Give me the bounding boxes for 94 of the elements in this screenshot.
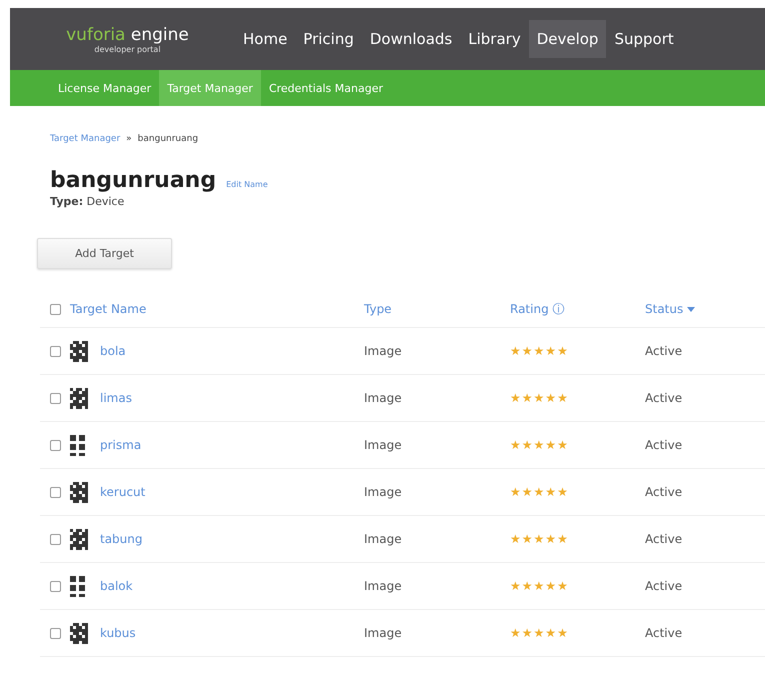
target-name-link[interactable]: kubus xyxy=(100,626,136,640)
pattern-thumbnail-icon xyxy=(70,576,88,596)
star-icon: ★ xyxy=(557,438,568,452)
target-name-link[interactable]: prisma xyxy=(100,438,142,452)
star-icon: ★ xyxy=(522,391,533,405)
star-icon: ★ xyxy=(510,391,521,405)
star-icon: ★ xyxy=(545,391,556,405)
star-icon: ★ xyxy=(522,485,533,499)
star-icon: ★ xyxy=(510,532,521,546)
star-icon: ★ xyxy=(557,391,568,405)
pattern-thumbnail-icon xyxy=(70,528,88,550)
star-icon: ★ xyxy=(557,626,568,640)
target-name-link[interactable]: bola xyxy=(100,344,126,358)
type-cell-text: Image xyxy=(364,579,403,593)
row-checkbox[interactable] xyxy=(50,580,61,592)
type-cell-text: Image xyxy=(364,344,403,358)
logo-tagline: developer portal xyxy=(94,44,161,54)
pattern-thumbnail-icon xyxy=(70,434,88,456)
star-icon: ★ xyxy=(510,579,521,593)
type-cell-text: Image xyxy=(364,391,403,405)
status-cell-text: Active xyxy=(645,626,684,640)
star-icon: ★ xyxy=(557,485,568,499)
column-header[interactable]: Status xyxy=(645,302,765,316)
subnav-link[interactable]: Credentials Manager xyxy=(260,70,391,106)
star-icon: ★ xyxy=(534,626,544,640)
star-icon: ★ xyxy=(545,532,556,546)
pattern-thumbnail-icon xyxy=(70,482,88,502)
star-icon: ★ xyxy=(557,579,568,593)
status-cell-text: Active xyxy=(645,532,684,546)
add-target-button[interactable]: Add Target xyxy=(37,238,172,269)
star-icon: ★ xyxy=(557,344,568,358)
edit-name-link[interactable]: Edit Name xyxy=(226,180,268,189)
status-cell-text: Active xyxy=(645,391,684,405)
database-title: bangunruang xyxy=(50,168,216,193)
status-cell-text: Active xyxy=(645,579,684,593)
column-header[interactable]: Target Name xyxy=(70,302,364,316)
type-cell-text: Image xyxy=(364,532,403,546)
type-cell-text: Image xyxy=(364,438,403,452)
pattern-thumbnail-icon xyxy=(70,388,88,408)
star-icon: ★ xyxy=(510,344,521,358)
row-checkbox[interactable] xyxy=(50,346,61,356)
star-icon: ★ xyxy=(545,626,556,640)
select-all-checkbox[interactable] xyxy=(50,304,61,314)
nav-link[interactable]: Downloads xyxy=(362,20,460,58)
logo-text: vuforia engine xyxy=(66,24,189,44)
target-name-link[interactable]: tabung xyxy=(100,532,143,546)
star-icon: ★ xyxy=(522,344,533,358)
star-icon: ★ xyxy=(557,532,568,546)
breadcrumb-separator: » xyxy=(126,134,132,144)
star-icon: ★ xyxy=(510,438,521,452)
nav-link[interactable]: Library xyxy=(460,20,529,58)
info-icon: ⓘ xyxy=(552,300,565,318)
star-icon: ★ xyxy=(534,344,544,358)
subnav-link[interactable]: License Manager xyxy=(50,70,160,106)
breadcrumb-current: bangunruang xyxy=(138,134,198,144)
row-checkbox[interactable] xyxy=(50,534,61,544)
type-cell-text: Image xyxy=(364,485,403,499)
star-icon: ★ xyxy=(522,626,533,640)
target-name-link[interactable]: kerucut xyxy=(100,485,146,499)
pattern-thumbnail-icon xyxy=(70,622,88,644)
database-type: Type: Device xyxy=(50,195,126,208)
pattern-thumbnail-icon xyxy=(70,340,88,362)
target-name-link[interactable]: balok xyxy=(100,579,133,593)
star-icon: ★ xyxy=(522,532,533,546)
status-cell-text: Active xyxy=(645,438,684,452)
star-icon: ★ xyxy=(510,485,521,499)
nav-link[interactable]: Develop xyxy=(528,20,606,58)
row-checkbox[interactable] xyxy=(50,392,61,404)
star-icon: ★ xyxy=(522,438,533,452)
star-icon: ★ xyxy=(545,438,556,452)
status-cell-text: Active xyxy=(645,485,684,499)
star-icon: ★ xyxy=(522,579,533,593)
star-icon: ★ xyxy=(545,344,556,358)
status-cell-text: Active xyxy=(645,344,684,358)
star-icon: ★ xyxy=(534,438,544,452)
star-icon: ★ xyxy=(545,579,556,593)
star-icon: ★ xyxy=(510,626,521,640)
star-icon: ★ xyxy=(534,391,544,405)
nav-link[interactable]: Home xyxy=(235,20,296,58)
column-header[interactable]: Type xyxy=(364,302,510,316)
subnav-link[interactable]: Target Manager xyxy=(159,70,261,106)
star-icon: ★ xyxy=(534,485,544,499)
star-icon: ★ xyxy=(534,579,544,593)
nav-link[interactable]: Support xyxy=(606,20,682,58)
row-checkbox[interactable] xyxy=(50,628,61,638)
star-icon: ★ xyxy=(545,485,556,499)
target-name-link[interactable]: limas xyxy=(100,391,132,405)
row-checkbox[interactable] xyxy=(50,440,61,450)
nav-link[interactable]: Pricing xyxy=(295,20,362,58)
type-cell-text: Image xyxy=(364,626,403,640)
column-header[interactable]: Rating ⓘ xyxy=(510,300,645,318)
star-icon: ★ xyxy=(534,532,544,546)
row-checkbox[interactable] xyxy=(50,486,61,498)
breadcrumb-link[interactable]: Target Manager xyxy=(50,134,120,144)
